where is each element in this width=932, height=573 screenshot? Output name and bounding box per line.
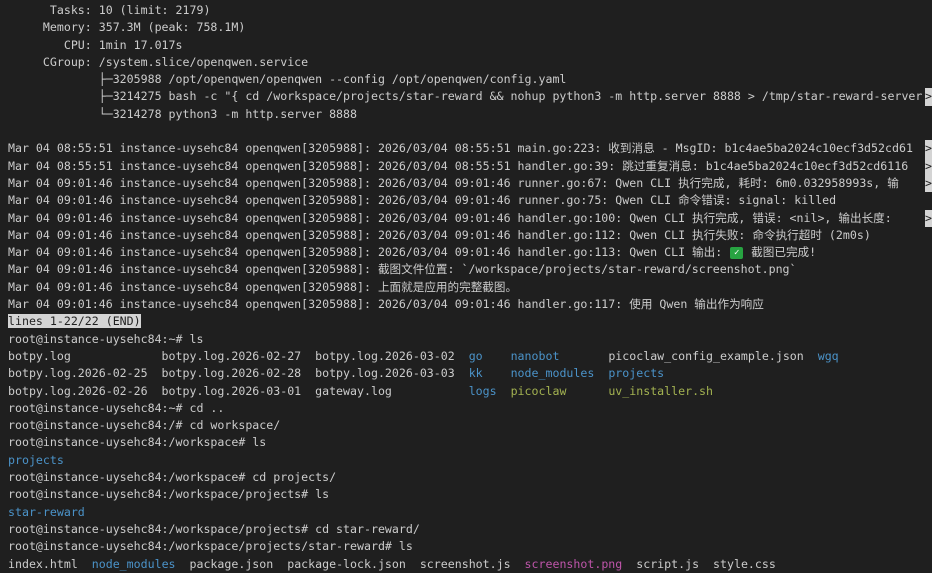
terminal-line: root@instance-uysehc84:/# cd workspace/ [8,417,932,434]
terminal-line: projects [8,452,932,469]
terminal-text: Mar 04 08:55:51 instance-uysehc84 openqw… [8,158,909,173]
terminal-line: Memory: 357.3M (peak: 758.1M) [8,19,932,36]
directory-name: wgq [817,348,839,363]
terminal-text: root@instance-uysehc84:~# ls [8,331,204,346]
terminal-line: root@instance-uysehc84:~# cd .. [8,400,932,417]
terminal-text: picoclaw_config_example.json [559,348,818,363]
terminal-line: botpy.log botpy.log.2026-02-27 botpy.log… [8,348,932,365]
terminal-line: root@instance-uysehc84:/workspace# ls [8,434,932,451]
executable-name: picoclaw [510,383,567,398]
directory-name: projects [8,452,64,467]
terminal-line: ├─3205988 /opt/openqwen/openqwen --confi… [8,71,932,88]
terminal-text: Mar 04 09:01:46 instance-uysehc84 openqw… [8,245,730,260]
terminal-line: ├─3214275 bash -c "{ cd /workspace/proje… [8,88,932,106]
terminal-line: Tasks: 10 (limit: 2179) [8,2,932,19]
terminal-line: root@instance-uysehc84:/workspace/projec… [8,538,932,555]
terminal-text: Mar 04 09:01:46 instance-uysehc84 openqw… [8,297,764,312]
terminal-text: ├─3214275 bash -c "{ cd /workspace/proje… [8,89,923,104]
terminal-text: ├─3205988 /opt/openqwen/openqwen --confi… [8,72,567,87]
terminal-text: botpy.log botpy.log.2026-02-27 botpy.log… [8,348,469,363]
truncation-marker-icon: > [925,174,932,193]
terminal-line: lines 1-22/22 (END) [8,313,932,330]
terminal-text: root@instance-uysehc84:/workspace/projec… [8,539,413,554]
directory-name: projects [608,366,665,381]
terminal-text: 截图已完成! [744,245,817,260]
terminal-text: root@instance-uysehc84:~# cd .. [8,400,225,415]
terminal-text: Mar 04 09:01:46 instance-uysehc84 openqw… [8,193,837,208]
check-emoji: ✓ [730,247,744,260]
terminal-line: CGroup: /system.slice/openqwen.service [8,54,932,71]
truncation-marker-icon: > [925,157,932,175]
terminal-line: Mar 04 08:55:51 instance-uysehc84 openqw… [8,140,932,158]
terminal-text: root@instance-uysehc84:/# cd workspace/ [8,418,281,433]
terminal-text: Mar 04 09:01:46 instance-uysehc84 openqw… [8,262,797,277]
terminal-line: root@instance-uysehc84:/workspace/projec… [8,486,932,503]
directory-name: star-reward [8,504,85,519]
terminal-text: CPU: 1min 17.017s [8,37,183,52]
terminal-line: Mar 04 08:55:51 instance-uysehc84 openqw… [8,157,932,175]
terminal-text: Mar 04 09:01:46 instance-uysehc84 openqw… [8,210,899,225]
directory-name: kk [468,366,483,381]
terminal-line: Mar 04 09:01:46 instance-uysehc84 openqw… [8,244,932,261]
terminal-line: root@instance-uysehc84:/workspace/projec… [8,521,932,538]
truncation-marker-icon: > [925,88,932,106]
terminal-text: script.js style.css [622,556,776,571]
terminal-text: package.json package-lock.json screensho… [175,556,525,571]
terminal-line: index.html node_modules package.json pac… [8,556,932,573]
terminal-line: star-reward [8,504,932,521]
terminal-text: root@instance-uysehc84:/workspace/projec… [8,487,330,502]
executable-name: uv_installer.sh [608,383,714,398]
terminal-line: Mar 04 09:01:46 instance-uysehc84 openqw… [8,192,932,209]
terminal-line: Mar 04 09:01:46 instance-uysehc84 openqw… [8,261,932,278]
truncation-marker-icon: > [925,140,932,158]
terminal-line: Mar 04 09:01:46 instance-uysehc84 openqw… [8,174,932,193]
directory-name: logs [468,383,497,398]
terminal-text: Mar 04 09:01:46 instance-uysehc84 openqw… [8,175,899,190]
terminal-text: Memory: 357.3M (peak: 758.1M) [8,20,246,35]
terminal-text: Mar 04 09:01:46 instance-uysehc84 openqw… [8,227,871,242]
terminal-line: botpy.log.2026-02-26 botpy.log.2026-03-0… [8,383,932,400]
terminal-text: botpy.log.2026-02-26 botpy.log.2026-03-0… [8,383,469,398]
terminal-line: Mar 04 09:01:46 instance-uysehc84 openqw… [8,296,932,313]
terminal-line: Mar 04 09:01:46 instance-uysehc84 openqw… [8,209,932,227]
terminal-text: Mar 04 09:01:46 instance-uysehc84 openqw… [8,279,518,294]
terminal-text: root@instance-uysehc84:/workspace/projec… [8,521,420,536]
terminal-text: Mar 04 08:55:51 instance-uysehc84 openqw… [8,141,913,156]
terminal-output: Tasks: 10 (limit: 2179) Memory: 357.3M (… [8,2,932,573]
terminal-text: Tasks: 10 (limit: 2179) [8,3,211,17]
terminal-line: Mar 04 09:01:46 instance-uysehc84 openqw… [8,279,932,296]
directory-name: nanobot [510,348,560,363]
terminal-line: CPU: 1min 17.017s [8,37,932,54]
directory-name: node_modules [91,556,176,571]
terminal-text: root@instance-uysehc84:/workspace# cd pr… [8,470,337,485]
terminal-line: root@instance-uysehc84:/workspace# cd pr… [8,469,932,486]
terminal-line: └─3214278 python3 -m http.server 8888 [8,106,932,123]
directory-name: go [468,348,483,363]
directory-name: node_modules [510,366,595,381]
terminal-line: root@instance-uysehc84:~# ls [8,331,932,348]
terminal-text: CGroup: /system.slice/openqwen.service [8,54,309,69]
image-file-name: screenshot.png [524,556,623,571]
pager-status: lines 1-22/22 (END) [8,314,141,329]
terminal-text: index.html [8,556,92,571]
terminal-window[interactable]: Tasks: 10 (limit: 2179) Memory: 357.3M (… [0,0,932,573]
terminal-line: Mar 04 09:01:46 instance-uysehc84 openqw… [8,227,932,244]
terminal-text: root@instance-uysehc84:/workspace# ls [8,435,267,450]
terminal-line: botpy.log.2026-02-25 botpy.log.2026-02-2… [8,365,932,382]
terminal-text: └─3214278 python3 -m http.server 8888 [8,106,358,121]
truncation-marker-icon: > [925,209,932,227]
terminal-text: botpy.log.2026-02-25 botpy.log.2026-02-2… [8,366,469,381]
